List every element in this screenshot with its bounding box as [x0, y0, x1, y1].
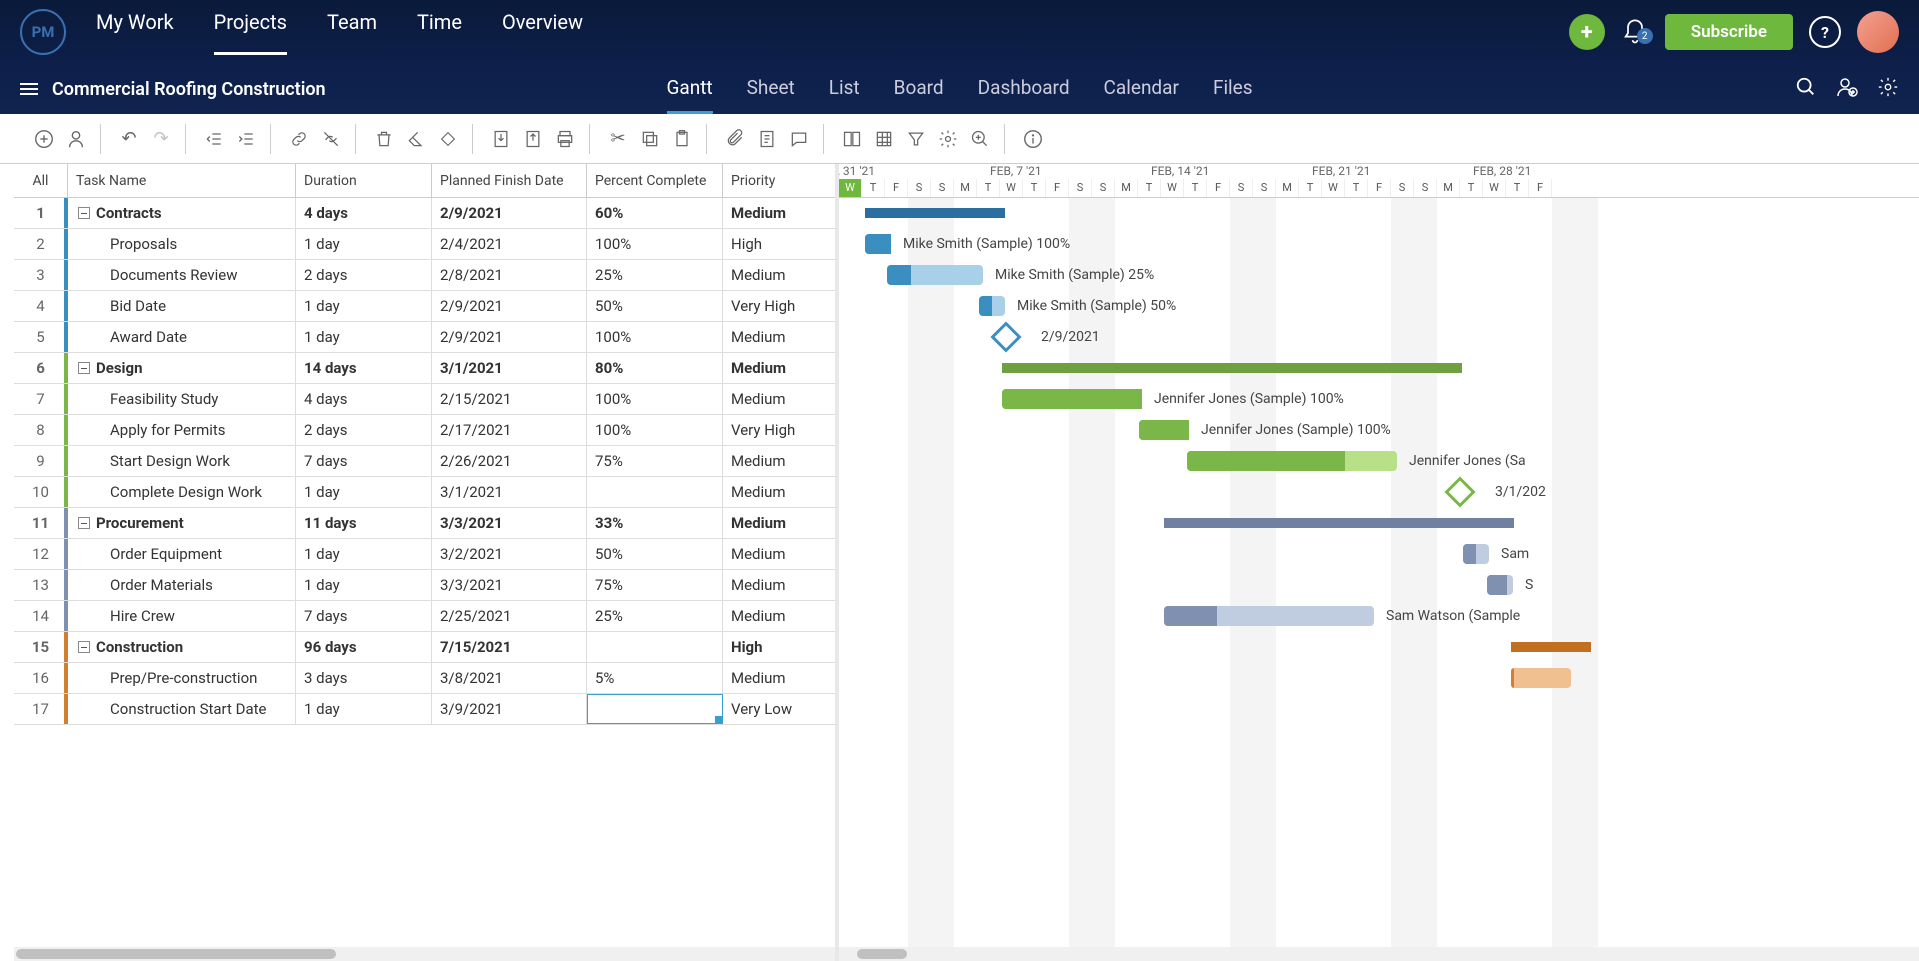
- gantt-hscroll[interactable]: [839, 947, 1919, 961]
- task-row[interactable]: 5Award Date1 day2/9/2021100%Medium: [14, 322, 835, 353]
- add-user-icon[interactable]: [1835, 75, 1859, 103]
- add-task-icon[interactable]: [32, 127, 56, 151]
- nav-overview[interactable]: Overview: [502, 10, 583, 55]
- print-icon[interactable]: [553, 127, 577, 151]
- nav-projects[interactable]: Projects: [214, 10, 287, 55]
- task-row[interactable]: 11Procurement11 days3/3/202133%Medium: [14, 508, 835, 539]
- search-icon[interactable]: [1795, 76, 1817, 102]
- topbar: PM My Work Projects Team Time Overview + 2 S…: [0, 0, 1919, 64]
- task-row[interactable]: 7Feasibility Study4 days2/15/2021100%Med…: [14, 384, 835, 415]
- view-list[interactable]: List: [829, 64, 860, 114]
- assign-icon[interactable]: [64, 127, 88, 151]
- notes-icon[interactable]: [755, 127, 779, 151]
- task-row[interactable]: 4Bid Date1 day2/9/202150%Very High: [14, 291, 835, 322]
- grid-hscroll[interactable]: [14, 947, 835, 961]
- task-row[interactable]: 10Complete Design Work1 day3/1/2021Mediu…: [14, 477, 835, 508]
- main-area: All Task Name Duration Planned Finish Da…: [14, 164, 1919, 961]
- nav-my-work[interactable]: My Work: [96, 10, 174, 55]
- top-nav: My Work Projects Team Time Overview: [96, 10, 583, 55]
- milestone-icon[interactable]: [436, 127, 460, 151]
- col-all[interactable]: All: [14, 164, 68, 197]
- task-row[interactable]: 16Prep/Pre-construction3 days3/8/20215%M…: [14, 663, 835, 694]
- add-button[interactable]: +: [1569, 14, 1605, 50]
- task-row[interactable]: 15Construction96 days7/15/2021High: [14, 632, 835, 663]
- task-row[interactable]: 17Construction Start Date1 day3/9/2021Ve…: [14, 694, 835, 725]
- nav-time[interactable]: Time: [417, 10, 462, 55]
- project-bar: Commercial Roofing Construction Gantt She…: [0, 64, 1919, 114]
- outdent-icon[interactable]: [202, 127, 226, 151]
- task-row[interactable]: 6Design14 days3/1/202180%Medium: [14, 353, 835, 384]
- filter-icon[interactable]: [904, 127, 928, 151]
- comment-icon[interactable]: [787, 127, 811, 151]
- copy-icon[interactable]: [638, 127, 662, 151]
- col-pct[interactable]: Percent Complete: [587, 164, 723, 197]
- indent-icon[interactable]: [234, 127, 258, 151]
- view-board[interactable]: Board: [894, 64, 944, 114]
- task-row[interactable]: 12Order Equipment1 day3/2/202150%Medium: [14, 539, 835, 570]
- avatar[interactable]: [1857, 11, 1899, 53]
- help-icon[interactable]: ?: [1809, 16, 1841, 48]
- view-calendar[interactable]: Calendar: [1104, 64, 1179, 114]
- notifications-icon[interactable]: 2: [1621, 18, 1649, 46]
- logo[interactable]: PM: [20, 9, 66, 55]
- subscribe-button[interactable]: Subscribe: [1665, 14, 1793, 50]
- task-grid: All Task Name Duration Planned Finish Da…: [14, 164, 839, 961]
- paste-icon[interactable]: [670, 127, 694, 151]
- view-gantt[interactable]: Gantt: [666, 64, 712, 114]
- task-row[interactable]: 1Contracts4 days2/9/202160%Medium: [14, 198, 835, 229]
- menu-icon[interactable]: [20, 83, 38, 95]
- view-files[interactable]: Files: [1213, 64, 1253, 114]
- col-duration[interactable]: Duration: [296, 164, 432, 197]
- nav-team[interactable]: Team: [327, 10, 377, 55]
- settings-icon[interactable]: [936, 127, 960, 151]
- notif-badge: 2: [1637, 28, 1653, 44]
- undo-icon[interactable]: ↶: [117, 127, 141, 151]
- unlink-icon[interactable]: [319, 127, 343, 151]
- col-name[interactable]: Task Name: [68, 164, 296, 197]
- task-row[interactable]: 2Proposals1 day2/4/2021100%High: [14, 229, 835, 260]
- clear-icon[interactable]: [404, 127, 428, 151]
- redo-icon[interactable]: ↷: [149, 127, 173, 151]
- export-icon[interactable]: [521, 127, 545, 151]
- task-row[interactable]: 13Order Materials1 day3/3/202175%Medium: [14, 570, 835, 601]
- attach-icon[interactable]: [723, 127, 747, 151]
- col-priority[interactable]: Priority: [723, 164, 833, 197]
- task-row[interactable]: 14Hire Crew7 days2/25/202125%Medium: [14, 601, 835, 632]
- view-sheet[interactable]: Sheet: [747, 64, 795, 114]
- col-finish[interactable]: Planned Finish Date: [432, 164, 587, 197]
- task-row[interactable]: 8Apply for Permits2 days2/17/2021100%Ver…: [14, 415, 835, 446]
- cut-icon[interactable]: ✂: [606, 127, 630, 151]
- grid-header: All Task Name Duration Planned Finish Da…: [14, 164, 835, 198]
- zoom-icon[interactable]: [968, 127, 992, 151]
- gantt-chart: N, 31 '21FEB, 7 '21FEB, 14 '21FEB, 21 '2…: [839, 164, 1919, 961]
- import-icon[interactable]: [489, 127, 513, 151]
- link-icon[interactable]: [287, 127, 311, 151]
- gantt-header: N, 31 '21FEB, 7 '21FEB, 14 '21FEB, 21 '2…: [839, 164, 1919, 198]
- view-tabs: Gantt Sheet List Board Dashboard Calendar File…: [666, 64, 1252, 114]
- task-row[interactable]: 3Documents Review2 days2/8/202125%Medium: [14, 260, 835, 291]
- project-name: Commercial Roofing Construction: [52, 79, 326, 100]
- info-icon[interactable]: [1021, 127, 1045, 151]
- task-row[interactable]: 9Start Design Work7 days2/26/202175%Medi…: [14, 446, 835, 477]
- delete-icon[interactable]: [372, 127, 396, 151]
- toolbar: ↶ ↷ ✂: [0, 114, 1919, 164]
- grid-icon[interactable]: [872, 127, 896, 151]
- split-icon[interactable]: [840, 127, 864, 151]
- gantt-body[interactable]: .bar-summary::before,.bar-summary::after…: [839, 198, 1919, 947]
- view-dashboard[interactable]: Dashboard: [978, 64, 1070, 114]
- gear-icon[interactable]: [1877, 76, 1899, 102]
